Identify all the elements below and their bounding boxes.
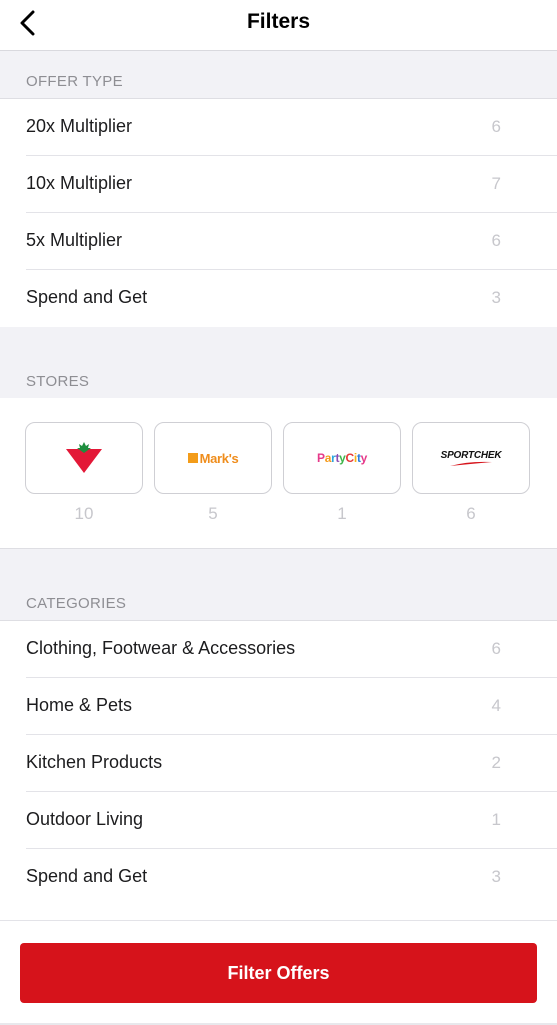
filter-row-count: 6	[491, 117, 501, 136]
filter-row-count: 1	[491, 810, 501, 829]
filter-row-count: 2	[491, 753, 501, 772]
store-tile-marks[interactable]: Mark's	[154, 422, 272, 494]
store-tile-canadian-tire[interactable]	[25, 422, 143, 494]
filter-row-count: 3	[491, 867, 501, 886]
bottom-action-bar: Filter Offers	[0, 920, 557, 1025]
marks-logo: Mark's	[187, 451, 239, 466]
filter-row-label: 10x Multiplier	[26, 173, 133, 193]
filter-row-5x-multiplier[interactable]: 5x Multiplier 6	[0, 213, 557, 270]
filter-row-label: Spend and Get	[26, 866, 148, 886]
filter-row-label: 20x Multiplier	[26, 116, 133, 136]
page-title: Filters	[246, 10, 311, 33]
filter-row-label: Clothing, Footwear & Accessories	[26, 638, 296, 658]
filter-row-10x-multiplier[interactable]: 10x Multiplier 7	[0, 156, 557, 213]
categories-header-label: CATEGORIES	[26, 595, 127, 612]
store-tile-sportchek[interactable]: SPORTCHEK	[412, 422, 530, 494]
nav-bar: Filters	[0, 0, 557, 51]
store-tile-party-city[interactable]: PartyCity	[283, 422, 401, 494]
filter-row-count: 6	[491, 231, 501, 250]
filter-row-home-pets[interactable]: Home & Pets 4	[0, 678, 557, 735]
filter-row-count: 4	[491, 696, 501, 715]
stores-header-label: STORES	[26, 373, 90, 390]
stores-grid: 10 Mark's 5 PartyCity 1 SPORTCHEK 6	[0, 398, 557, 549]
filter-row-label: Spend and Get	[26, 287, 148, 307]
filter-row-count: 6	[491, 639, 501, 658]
filter-row-clothing-footwear-accessories[interactable]: Clothing, Footwear & Accessories 6	[0, 621, 557, 678]
filter-row-spend-and-get-category[interactable]: Spend and Get 3	[0, 849, 557, 906]
store-count: 10	[74, 504, 94, 523]
store-count: 5	[208, 504, 218, 523]
store-count: 1	[337, 504, 347, 523]
offer-type-header: OFFER TYPE	[0, 51, 557, 99]
filter-row-20x-multiplier[interactable]: 20x Multiplier 6	[0, 99, 557, 156]
filter-row-count: 3	[491, 288, 501, 307]
sportchek-logo: SPORTCHEK	[441, 450, 502, 467]
filter-row-count: 7	[491, 174, 501, 193]
filter-row-label: Outdoor Living	[26, 809, 144, 829]
filter-row-label: Kitchen Products	[26, 752, 163, 772]
filter-row-kitchen-products[interactable]: Kitchen Products 2	[0, 735, 557, 792]
filter-offers-button[interactable]: Filter Offers	[20, 943, 537, 1003]
filter-row-label: Home & Pets	[26, 695, 133, 715]
filter-row-outdoor-living[interactable]: Outdoor Living 1	[0, 792, 557, 849]
categories-header: CATEGORIES	[0, 549, 557, 621]
filter-row-spend-and-get[interactable]: Spend and Get 3	[0, 270, 557, 327]
store-count: 6	[466, 504, 476, 523]
canadian-tire-logo	[66, 442, 102, 473]
stores-header: STORES	[0, 327, 557, 399]
offer-type-header-label: OFFER TYPE	[26, 73, 123, 90]
party-city-logo: PartyCity	[316, 451, 368, 465]
filter-row-label: 5x Multiplier	[26, 230, 123, 250]
